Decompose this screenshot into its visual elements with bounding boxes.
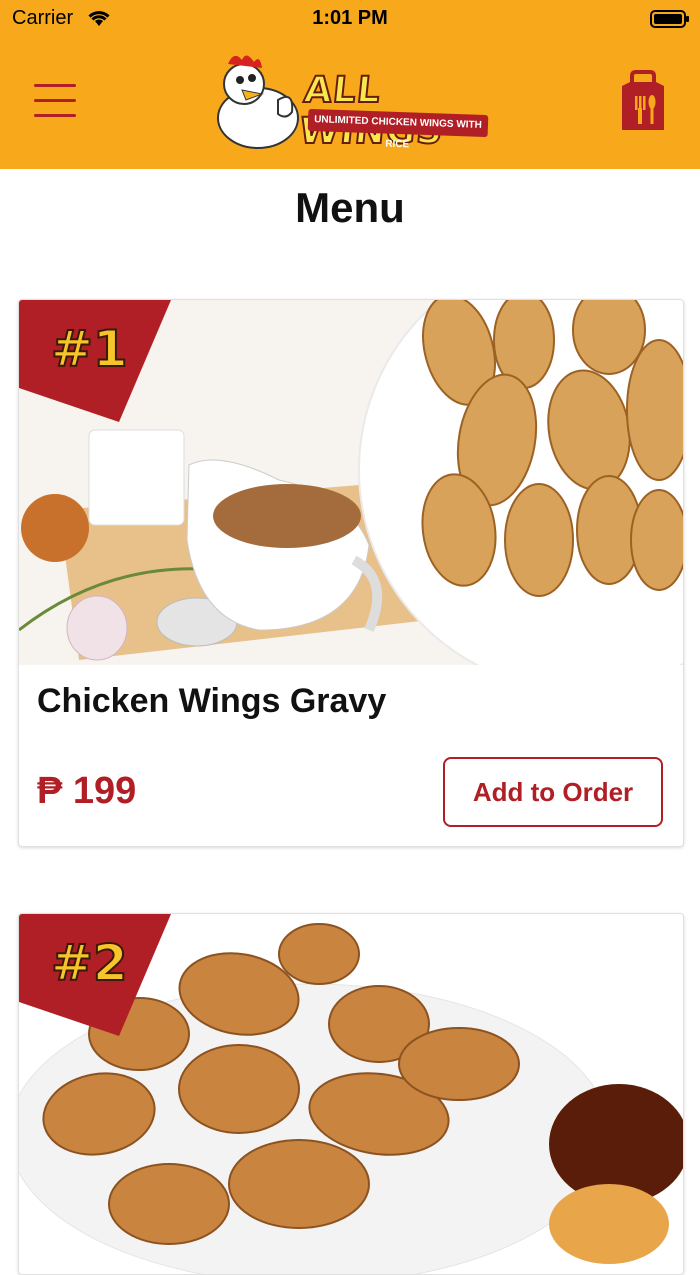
- chicken-mascot-icon: [217, 55, 299, 149]
- item-price: ₱ 199: [37, 770, 137, 812]
- sauce-badge: #2: [19, 914, 179, 1039]
- sauce-badge: #1: [19, 300, 179, 425]
- menu-item-card: #2: [18, 913, 684, 1275]
- menu-item-image: #2: [19, 914, 683, 1274]
- menu-item-image: #1: [19, 300, 683, 665]
- item-name: Chicken Wings Gravy: [37, 682, 387, 720]
- status-bar: Carrier 1:01 PM: [0, 0, 700, 36]
- hamburger-menu-icon[interactable]: [34, 84, 76, 118]
- menu-item-card: #1 Chicken Wings Gravy ₱ 199 Add to Orde…: [18, 299, 684, 847]
- brand-logo: ALL WINGS UNLIMITED CHICKEN WINGS WITH R…: [206, 50, 498, 154]
- page-title: Menu: [295, 184, 405, 231]
- status-time: 1:01 PM: [312, 7, 388, 29]
- app-header: Carrier 1:01 PM ALL UNLIMITED CHICKEN WI…: [0, 0, 700, 169]
- sauce-badge-number: #1: [50, 319, 129, 379]
- takeout-bag-icon[interactable]: [620, 70, 666, 132]
- add-to-order-button[interactable]: Add to Order: [443, 757, 663, 827]
- sauce-badge-number: #2: [50, 933, 129, 993]
- battery-icon: [650, 9, 690, 35]
